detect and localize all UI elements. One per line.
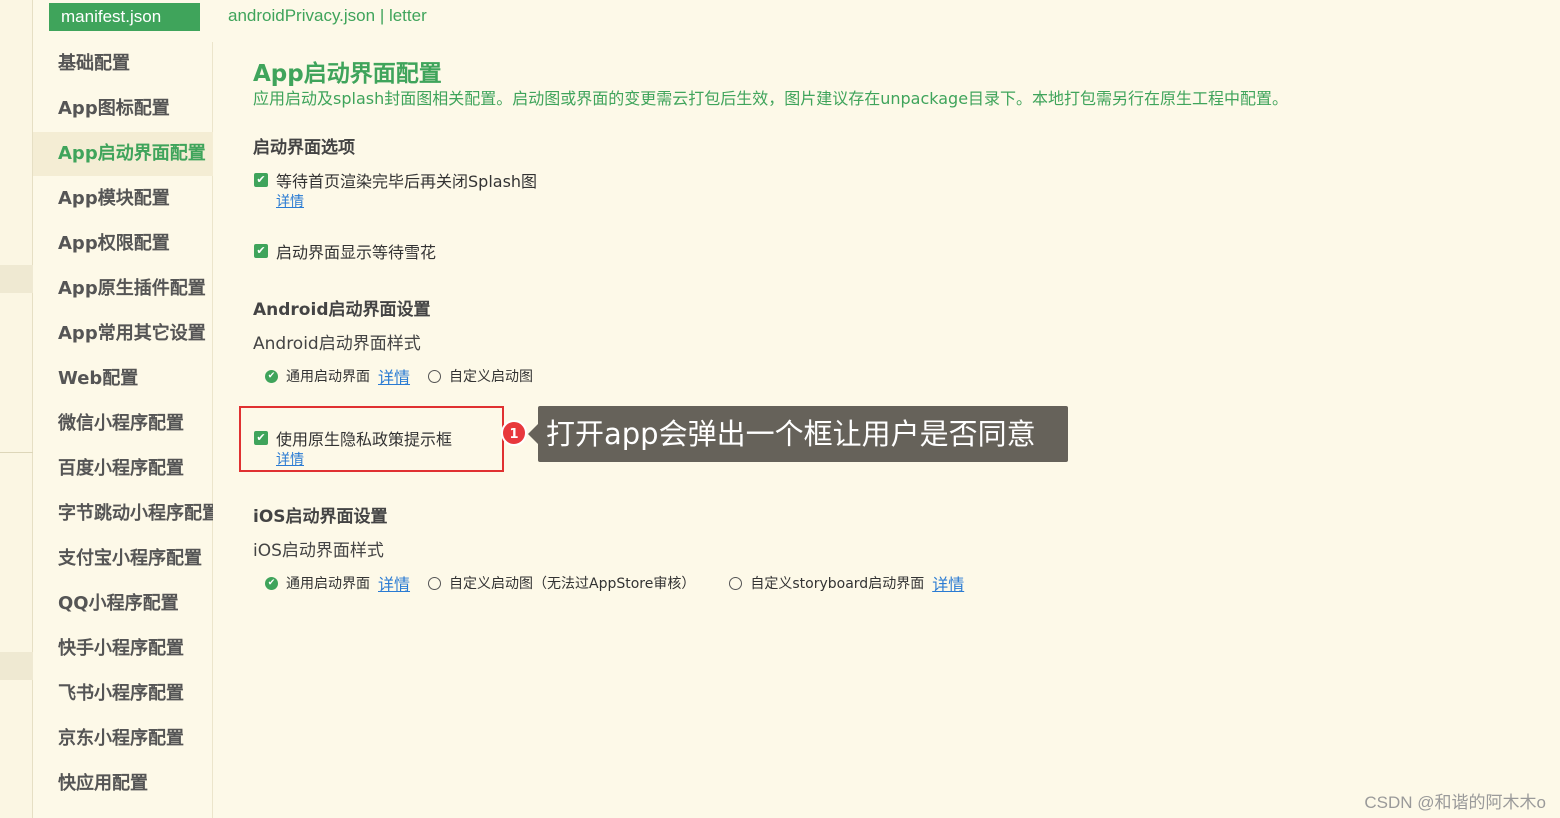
checkbox-label: 等待首页渲染完毕后再关闭Splash图 bbox=[276, 172, 538, 191]
sidebar-item-qq[interactable]: QQ小程序配置 bbox=[33, 582, 213, 626]
radio-android-custom[interactable]: 自定义启动图 bbox=[428, 366, 533, 386]
radio-ios-storyboard[interactable]: 自定义storyboard启动界面 详情 bbox=[729, 571, 964, 595]
radio-unselected-icon[interactable] bbox=[729, 576, 743, 590]
page-title: App启动界面配置 bbox=[253, 61, 442, 87]
sidebar-item-baidu[interactable]: 百度小程序配置 bbox=[33, 447, 213, 491]
detail-link-ios-common[interactable]: 详情 bbox=[378, 571, 410, 595]
sidebar-item-weixin[interactable]: 微信小程序配置 bbox=[33, 402, 213, 446]
ios-style-label: iOS启动界面样式 bbox=[253, 541, 384, 561]
ios-style-radio-group: ✔ 通用启动界面 详情 自定义启动图（无法过AppStore审核） 自定义sto… bbox=[265, 571, 964, 595]
detail-link-wait-render[interactable]: 详情 bbox=[276, 191, 304, 211]
radio-unselected-icon[interactable] bbox=[428, 369, 442, 383]
radio-label: 通用启动界面 bbox=[286, 369, 370, 385]
section-title-ios: iOS启动界面设置 bbox=[253, 507, 388, 527]
sidebar-item-jd[interactable]: 京东小程序配置 bbox=[33, 717, 213, 761]
checkbox-checked-icon[interactable]: ✔ bbox=[254, 244, 268, 258]
detail-link-android-common[interactable]: 详情 bbox=[378, 364, 410, 388]
annotation-callout: 打开app会弹出一个框让用户是否同意 bbox=[538, 406, 1068, 462]
sidebar-item-app-splash[interactable]: App启动界面配置 bbox=[33, 132, 213, 176]
radio-label: 自定义启动图（无法过AppStore审核） bbox=[449, 576, 696, 592]
gutter-divider bbox=[0, 452, 33, 453]
checkbox-show-waiting[interactable]: ✔ 启动界面显示等待雪花 bbox=[254, 239, 436, 263]
sidebar-item-app-native-plugins[interactable]: App原生插件配置 bbox=[33, 267, 213, 311]
section-title-android: Android启动界面设置 bbox=[253, 300, 431, 320]
android-style-radio-group: ✔ 通用启动界面 详情 自定义启动图 bbox=[265, 364, 533, 388]
radio-ios-custom-image[interactable]: 自定义启动图（无法过AppStore审核） bbox=[428, 573, 695, 593]
radio-selected-icon[interactable]: ✔ bbox=[265, 369, 278, 383]
gutter-block bbox=[0, 652, 33, 680]
sidebar-item-basic[interactable]: 基础配置 bbox=[33, 42, 213, 86]
left-gutter bbox=[0, 0, 33, 818]
radio-unselected-icon[interactable] bbox=[428, 576, 442, 590]
sidebar-item-app-other[interactable]: App常用其它设置 bbox=[33, 312, 213, 356]
sidebar-item-feishu[interactable]: 飞书小程序配置 bbox=[33, 672, 213, 716]
section-title-splash-options: 启动界面选项 bbox=[253, 138, 355, 158]
sidebar-item-kuaishou[interactable]: 快手小程序配置 bbox=[33, 627, 213, 671]
tab-manifest-json[interactable]: manifest.json bbox=[49, 3, 200, 31]
android-style-label: Android启动界面样式 bbox=[253, 334, 421, 354]
radio-label: 自定义启动图 bbox=[449, 369, 534, 385]
sidebar-item-quickapp[interactable]: 快应用配置 bbox=[33, 762, 213, 806]
sidebar-item-toutiao[interactable]: 字节跳动小程序配置 bbox=[33, 492, 213, 536]
watermark: CSDN @和谐的阿木木o bbox=[1364, 793, 1546, 812]
radio-android-common[interactable]: ✔ 通用启动界面 详情 bbox=[265, 364, 410, 388]
sidebar: 基础配置 App图标配置 App启动界面配置 App模块配置 App权限配置 A… bbox=[33, 42, 213, 818]
radio-label: 自定义storyboard启动界面 bbox=[750, 576, 925, 592]
sidebar-item-app-modules[interactable]: App模块配置 bbox=[33, 177, 213, 221]
annotation-badge: 1 bbox=[501, 420, 527, 446]
sidebar-item-app-permissions[interactable]: App权限配置 bbox=[33, 222, 213, 266]
sidebar-item-alipay[interactable]: 支付宝小程序配置 bbox=[33, 537, 213, 581]
detail-link-ios-storyboard[interactable]: 详情 bbox=[932, 571, 964, 595]
radio-label: 通用启动界面 bbox=[286, 576, 370, 592]
sidebar-item-app-icon[interactable]: App图标配置 bbox=[33, 87, 213, 131]
highlight-box bbox=[239, 406, 504, 472]
sidebar-item-web[interactable]: Web配置 bbox=[33, 357, 213, 401]
checkbox-wait-render[interactable]: ✔ 等待首页渲染完毕后再关闭Splash图 bbox=[254, 168, 537, 192]
radio-ios-common[interactable]: ✔ 通用启动界面 详情 bbox=[265, 571, 410, 595]
radio-selected-icon[interactable]: ✔ bbox=[265, 576, 278, 590]
tab-other-files[interactable]: androidPrivacy.json | letter bbox=[228, 6, 427, 26]
page-description: 应用启动及splash封面图相关配置。启动图或界面的变更需云打包后生效，图片建议… bbox=[253, 89, 1289, 108]
checkbox-label: 启动界面显示等待雪花 bbox=[276, 243, 437, 262]
gutter-block bbox=[0, 265, 33, 293]
checkbox-checked-icon[interactable]: ✔ bbox=[254, 173, 268, 187]
